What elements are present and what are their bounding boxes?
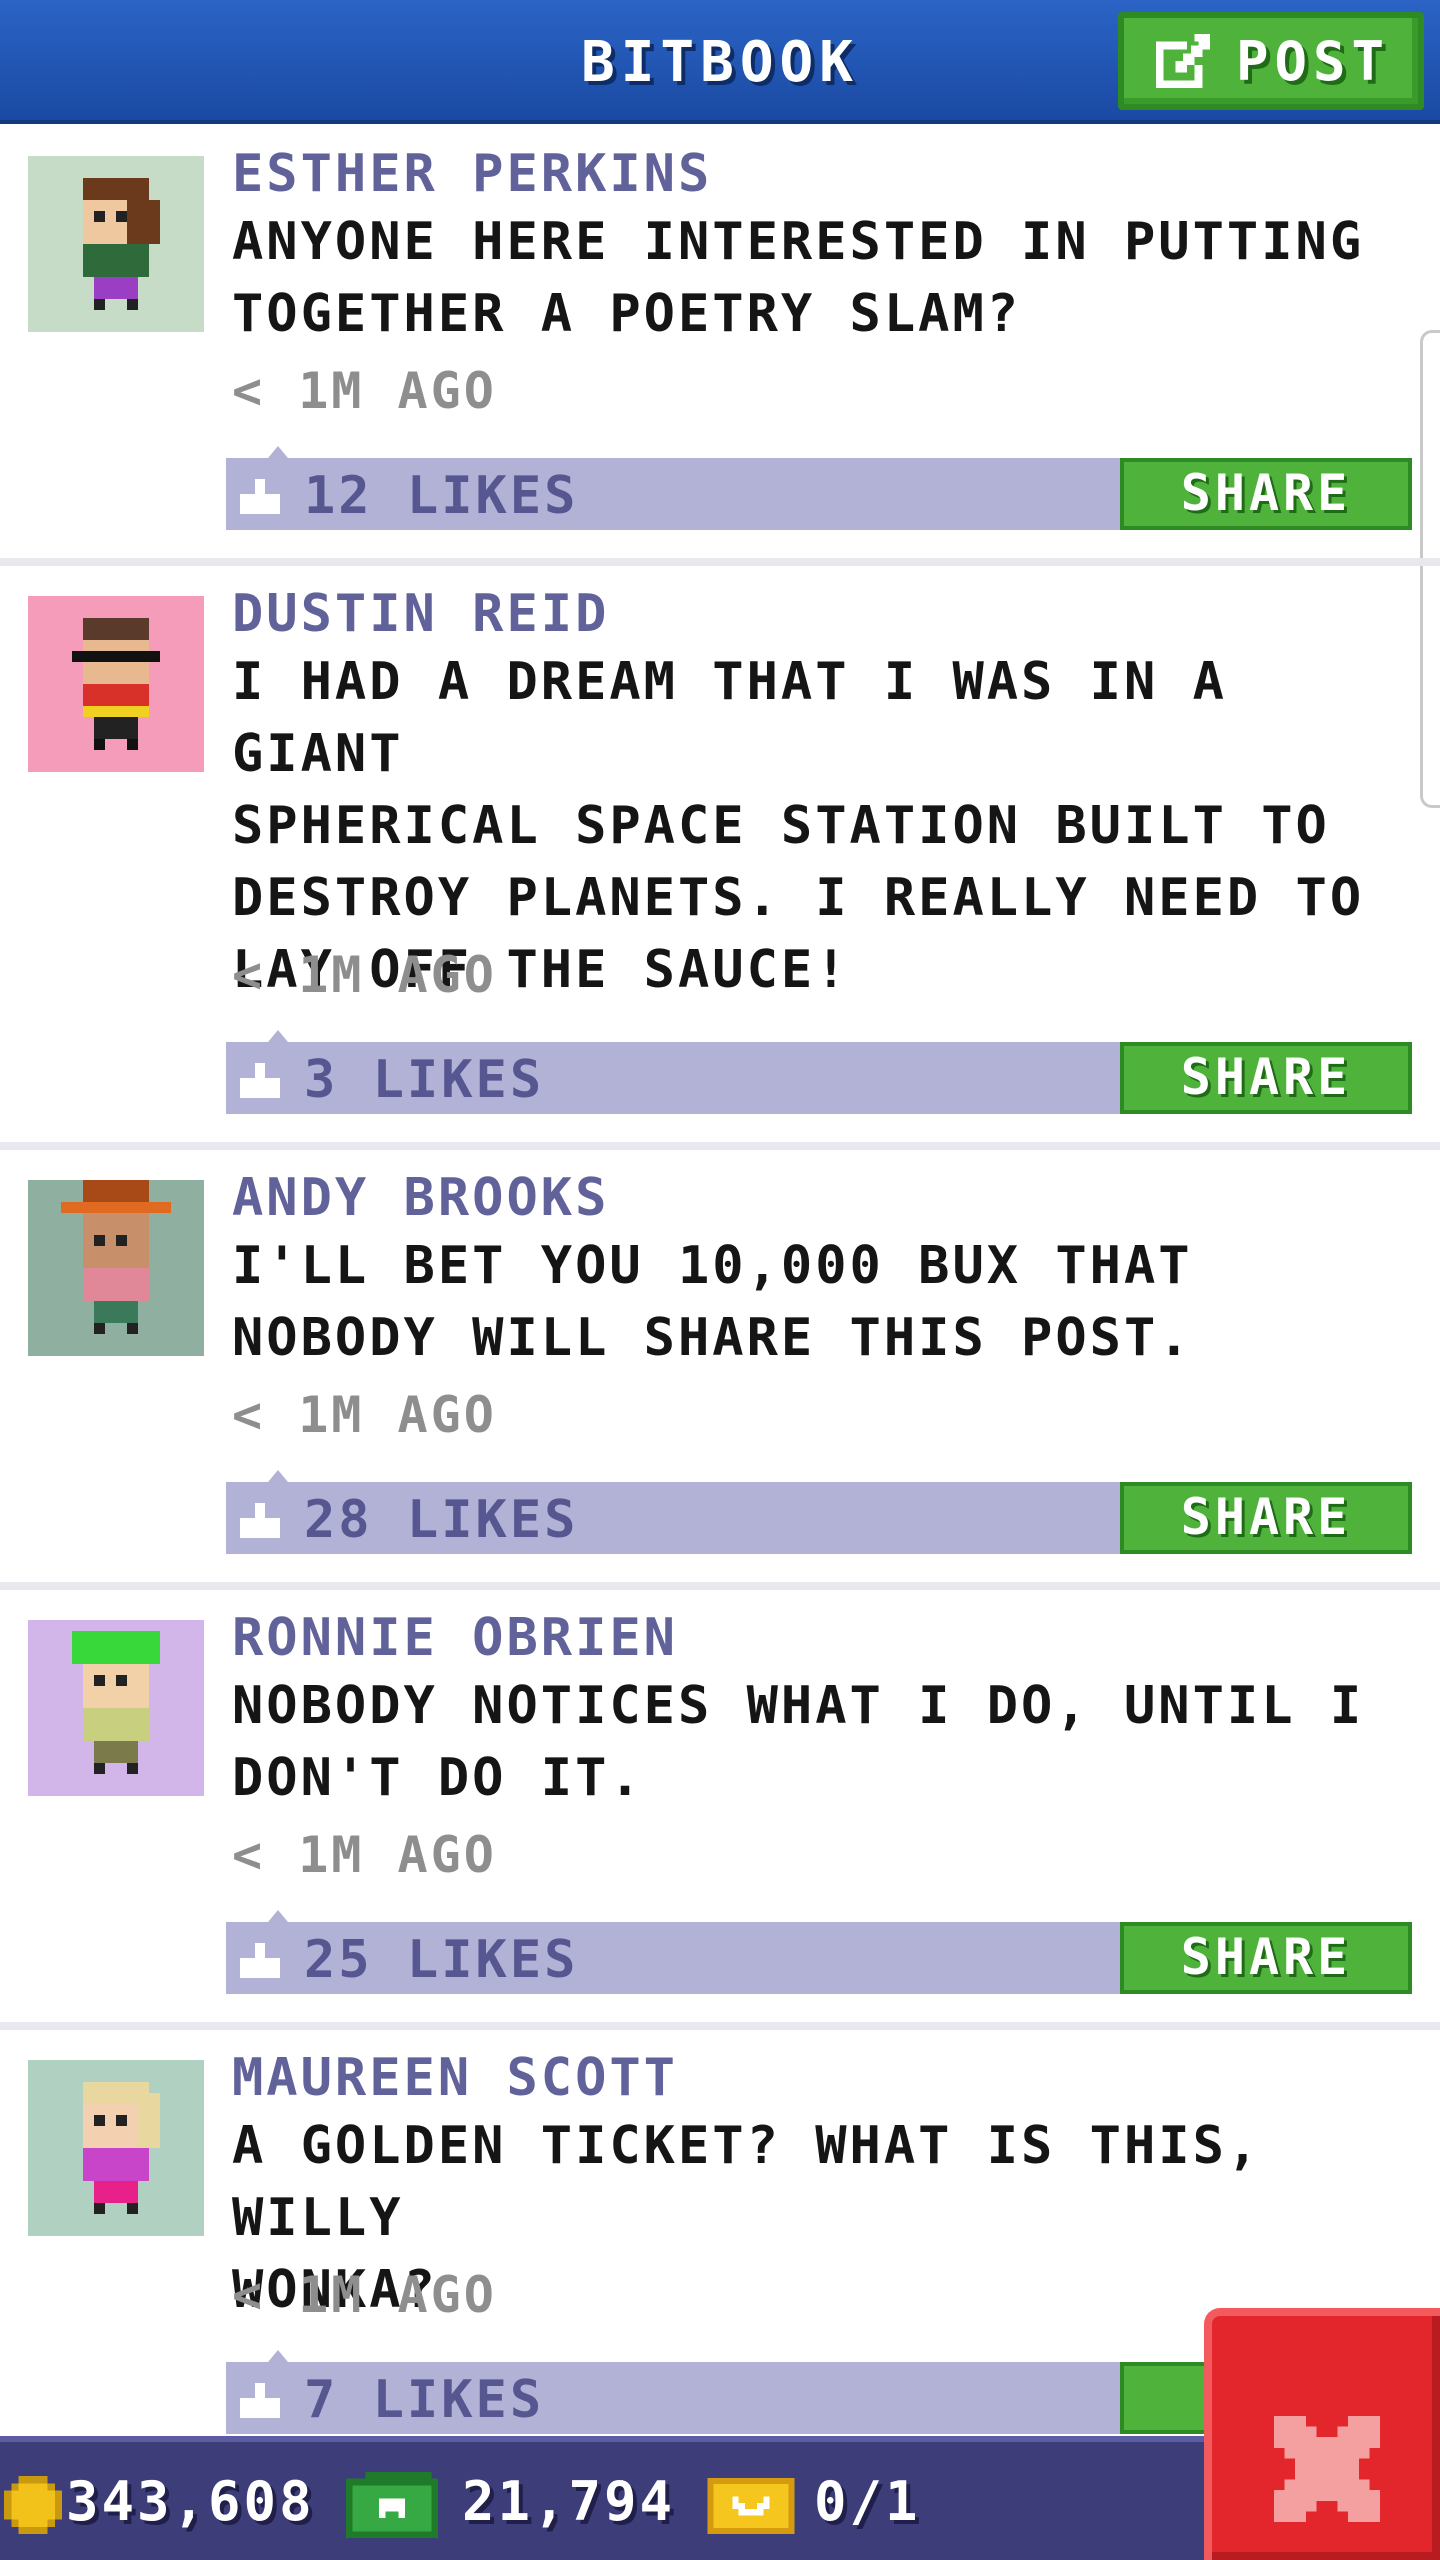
like-bar-notch (268, 1030, 288, 1042)
post-button-label: POST (1235, 29, 1391, 93)
close-icon (1274, 2416, 1380, 2522)
top-bar: BITBOOK POST (0, 0, 1440, 124)
post-time: < 1M AGO (232, 946, 497, 1004)
post-author[interactable]: DUSTIN REID (232, 584, 609, 644)
post-time: < 1M AGO (232, 2266, 497, 2324)
like-bar: 28 LIKES SHARE (226, 1470, 1412, 1554)
post-message: NOBODY NOTICES WHAT I DO, UNTIL I DON'T … (232, 1676, 1365, 1808)
avatar (28, 1620, 204, 1796)
thumbs-up-icon[interactable] (240, 1938, 280, 1978)
like-count: 28 LIKES (304, 1490, 579, 1550)
thumbs-up-icon[interactable] (240, 1058, 280, 1098)
avatar (28, 2060, 204, 2236)
post-divider (0, 558, 1440, 566)
close-button[interactable] (1204, 2308, 1440, 2560)
coin-count: 343,608 (66, 2470, 315, 2533)
like-bar: 12 LIKES SHARE (226, 446, 1412, 530)
post-time: < 1M AGO (232, 1386, 497, 1444)
bux-count: 21,794 (462, 2470, 676, 2533)
thumbs-up-icon[interactable] (240, 2378, 280, 2418)
post-time: < 1M AGO (232, 362, 497, 420)
post-message: ANYONE HERE INTERESTED IN PUTTING TOGETH… (232, 212, 1365, 344)
share-button[interactable]: SHARE (1120, 1922, 1412, 1994)
bux-icon (346, 2472, 438, 2538)
like-count: 3 LIKES (304, 1050, 545, 1110)
post-time: < 1M AGO (232, 1826, 497, 1884)
post-message: I'LL BET YOU 10,000 BUX THAT NOBODY WILL… (232, 1236, 1193, 1368)
post-author[interactable]: ANDY BROOKS (232, 1168, 609, 1228)
like-bar-notch (268, 1470, 288, 1482)
like-count: 7 LIKES (304, 2370, 545, 2430)
news-feed: ESTHER PERKINS ANYONE HERE INTERESTED IN… (0, 128, 1440, 2436)
post-author[interactable]: ESTHER PERKINS (232, 144, 712, 204)
post-author[interactable]: RONNIE OBRIEN (232, 1608, 678, 1668)
post-divider (0, 2022, 1440, 2030)
share-button[interactable]: SHARE (1120, 458, 1412, 530)
golden-ticket-icon (707, 2478, 795, 2534)
edit-icon (1155, 33, 1211, 89)
like-bar-notch (268, 446, 288, 458)
coin-icon (4, 2476, 62, 2534)
like-bar: 3 LIKES SHARE (226, 1030, 1412, 1114)
avatar (28, 1180, 204, 1356)
post-button[interactable]: POST (1118, 12, 1424, 110)
ticket-count: 0/1 (814, 2470, 921, 2533)
like-bar-notch (268, 2350, 288, 2362)
share-button[interactable]: SHARE (1120, 1482, 1412, 1554)
post-author[interactable]: MAUREEN SCOTT (232, 2048, 678, 2108)
like-bar-notch (268, 1910, 288, 1922)
avatar (28, 596, 204, 772)
avatar (28, 156, 204, 332)
post-divider (0, 1142, 1440, 1150)
like-count: 12 LIKES (304, 466, 579, 526)
thumbs-up-icon[interactable] (240, 474, 280, 514)
share-button[interactable]: SHARE (1120, 1042, 1412, 1114)
like-count: 25 LIKES (304, 1930, 579, 1990)
thumbs-up-icon[interactable] (240, 1498, 280, 1538)
like-bar: 25 LIKES SHARE (226, 1910, 1412, 1994)
post-divider (0, 1582, 1440, 1590)
